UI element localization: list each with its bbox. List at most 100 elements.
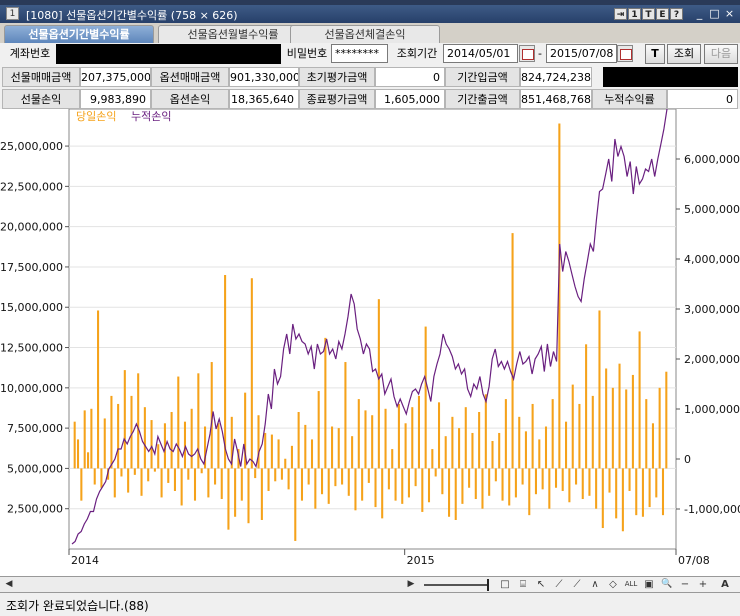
help-button[interactable]: ?: [670, 8, 683, 20]
daily-pnl-bar: [110, 395, 113, 469]
daily-pnl-bar: [153, 468, 156, 472]
t-button[interactable]: T: [642, 8, 655, 20]
futures-pnl-label: 선물손익: [2, 89, 80, 109]
pnl-chart[interactable]: 2,500,000 5,000,000 7,500,000 10,000,000 12,…: [0, 108, 740, 576]
period-deposit-value: 824,724,238: [520, 67, 592, 87]
end-date-field[interactable]: 2015/07/08: [546, 44, 617, 63]
daily-pnl-bar: [120, 468, 123, 477]
maximize-button[interactable]: □: [708, 7, 721, 20]
tab-execution-pnl[interactable]: 선물옵션체결손익: [290, 25, 440, 43]
right-tick-label: 6,000,000: [684, 153, 740, 166]
window-icon[interactable]: 1: [6, 7, 19, 20]
daily-pnl-bar: [371, 415, 374, 469]
daily-pnl-bar: [351, 436, 354, 469]
cursor-tool-icon[interactable]: ↖: [534, 578, 548, 591]
daily-pnl-bar: [300, 468, 304, 501]
zoom-slider[interactable]: [422, 578, 492, 592]
daily-pnl-bar: [421, 468, 424, 512]
daily-pnl-bar: [585, 344, 588, 469]
zoom-in-icon[interactable]: +: [696, 578, 710, 591]
legend-cumulative-pnl: 누적손익: [131, 110, 171, 123]
trendline-tool-icon[interactable]: ⟋: [552, 578, 566, 591]
daily-pnl-bar: [534, 468, 537, 495]
daily-pnl-bar: [170, 412, 173, 469]
daily-pnl-bar: [528, 468, 531, 516]
close-button[interactable]: ×: [723, 7, 736, 20]
daily-pnl-bar: [187, 468, 190, 480]
daily-pnl-bar: [424, 326, 427, 469]
frame-tool-icon[interactable]: ▣: [642, 578, 656, 591]
start-calendar-icon[interactable]: [519, 45, 535, 62]
daily-pnl-bar: [90, 408, 93, 469]
e-button[interactable]: E: [656, 8, 669, 20]
period-withdrawal-label: 기간출금액: [445, 89, 520, 109]
daily-pnl-bar: [387, 468, 390, 490]
daily-pnl-bar: [123, 370, 126, 469]
daily-pnl-bar: [150, 420, 153, 469]
one-button[interactable]: 1: [628, 8, 641, 20]
period-deposit-label: 기간입금액: [445, 67, 520, 87]
zoom-out-icon[interactable]: −: [678, 578, 692, 591]
search-button[interactable]: 조회: [667, 44, 701, 64]
tab-monthly-return[interactable]: 선물옵션월별수익률: [158, 25, 308, 43]
scroll-right-icon[interactable]: ▶: [404, 578, 418, 591]
daily-pnl-bar: [384, 408, 387, 469]
password-label: 비밀번호: [286, 47, 328, 60]
daily-pnl-bar: [448, 468, 451, 517]
daily-pnl-bar: [320, 468, 324, 495]
daily-pnl-bar: [461, 468, 464, 504]
window-title: [1080] 선물옵션기간별수익률 (758 × 626): [26, 7, 238, 23]
link-icon[interactable]: ⇥: [614, 8, 627, 20]
redacted-block: [603, 67, 738, 87]
daily-pnl-bar: [274, 468, 277, 482]
horizontal-scrollbar[interactable]: ◀ ▶: [0, 576, 420, 592]
angle-tool-icon[interactable]: ∧: [588, 578, 602, 591]
daily-pnl-bar: [474, 468, 477, 500]
daily-pnl-bar: [200, 468, 203, 474]
daily-pnl-bar: [551, 399, 554, 469]
box-tool-icon[interactable]: □: [498, 578, 512, 591]
eraser-tool-icon[interactable]: ◇: [606, 578, 620, 591]
daily-pnl-bar: [575, 468, 578, 485]
next-button[interactable]: 다음: [704, 44, 738, 64]
left-tick-label: 12,500,000: [0, 342, 63, 355]
all-tool-icon[interactable]: ALL: [624, 578, 638, 591]
left-tick-label: 22,500,000: [0, 180, 63, 193]
daily-pnl-bar: [381, 468, 384, 519]
end-calendar-icon[interactable]: [617, 45, 633, 62]
daily-pnl-bar: [364, 410, 367, 469]
t-toggle-button[interactable]: T: [645, 44, 665, 64]
title-bar: 1 [1080] 선물옵션기간별수익률 (758 × 626) ⇥ 1 T E …: [0, 5, 740, 23]
layout-tool-icon[interactable]: ⌸: [516, 578, 530, 591]
password-field[interactable]: ********: [331, 44, 388, 63]
daily-pnl-bar: [544, 426, 548, 469]
daily-pnl-bar: [267, 468, 270, 491]
daily-pnl-bar: [621, 468, 624, 532]
end-valuation-value: 1,605,000: [375, 89, 445, 109]
daily-pnl-bar: [83, 410, 86, 469]
scroll-left-icon[interactable]: ◀: [2, 578, 16, 591]
daily-pnl-bar: [521, 468, 524, 485]
daily-pnl-bar: [133, 468, 136, 475]
font-tool-icon[interactable]: A: [718, 578, 732, 591]
start-date-field[interactable]: 2014/05/01: [443, 44, 518, 63]
daily-pnl-bar: [615, 468, 618, 519]
daily-pnl-bar: [651, 423, 654, 469]
tab-bar: 선물옵션기간별수익률 선물옵션월별수익률 선물옵션체결손익: [0, 23, 740, 43]
options-trade-amount-value: 901,330,000: [229, 67, 299, 87]
daily-pnl-bar: [511, 233, 514, 469]
search-icon[interactable]: 🔍: [660, 578, 674, 591]
daily-pnl-bar: [307, 468, 310, 485]
daily-pnl-bar: [494, 468, 497, 482]
minimize-button[interactable]: _: [693, 7, 706, 20]
tab-period-return[interactable]: 선물옵션기간별수익률: [4, 25, 154, 43]
daily-pnl-bar: [391, 449, 394, 469]
daily-pnl-bar: [468, 468, 471, 488]
daily-pnl-bar: [404, 423, 407, 469]
account-redacted: [56, 44, 281, 64]
daily-pnl-bar: [484, 394, 487, 469]
daily-pnl-bar: [454, 468, 457, 520]
daily-pnl-bar: [193, 468, 197, 501]
line-tool-icon[interactable]: ⟋: [570, 578, 584, 591]
daily-pnl-bar: [524, 431, 527, 469]
